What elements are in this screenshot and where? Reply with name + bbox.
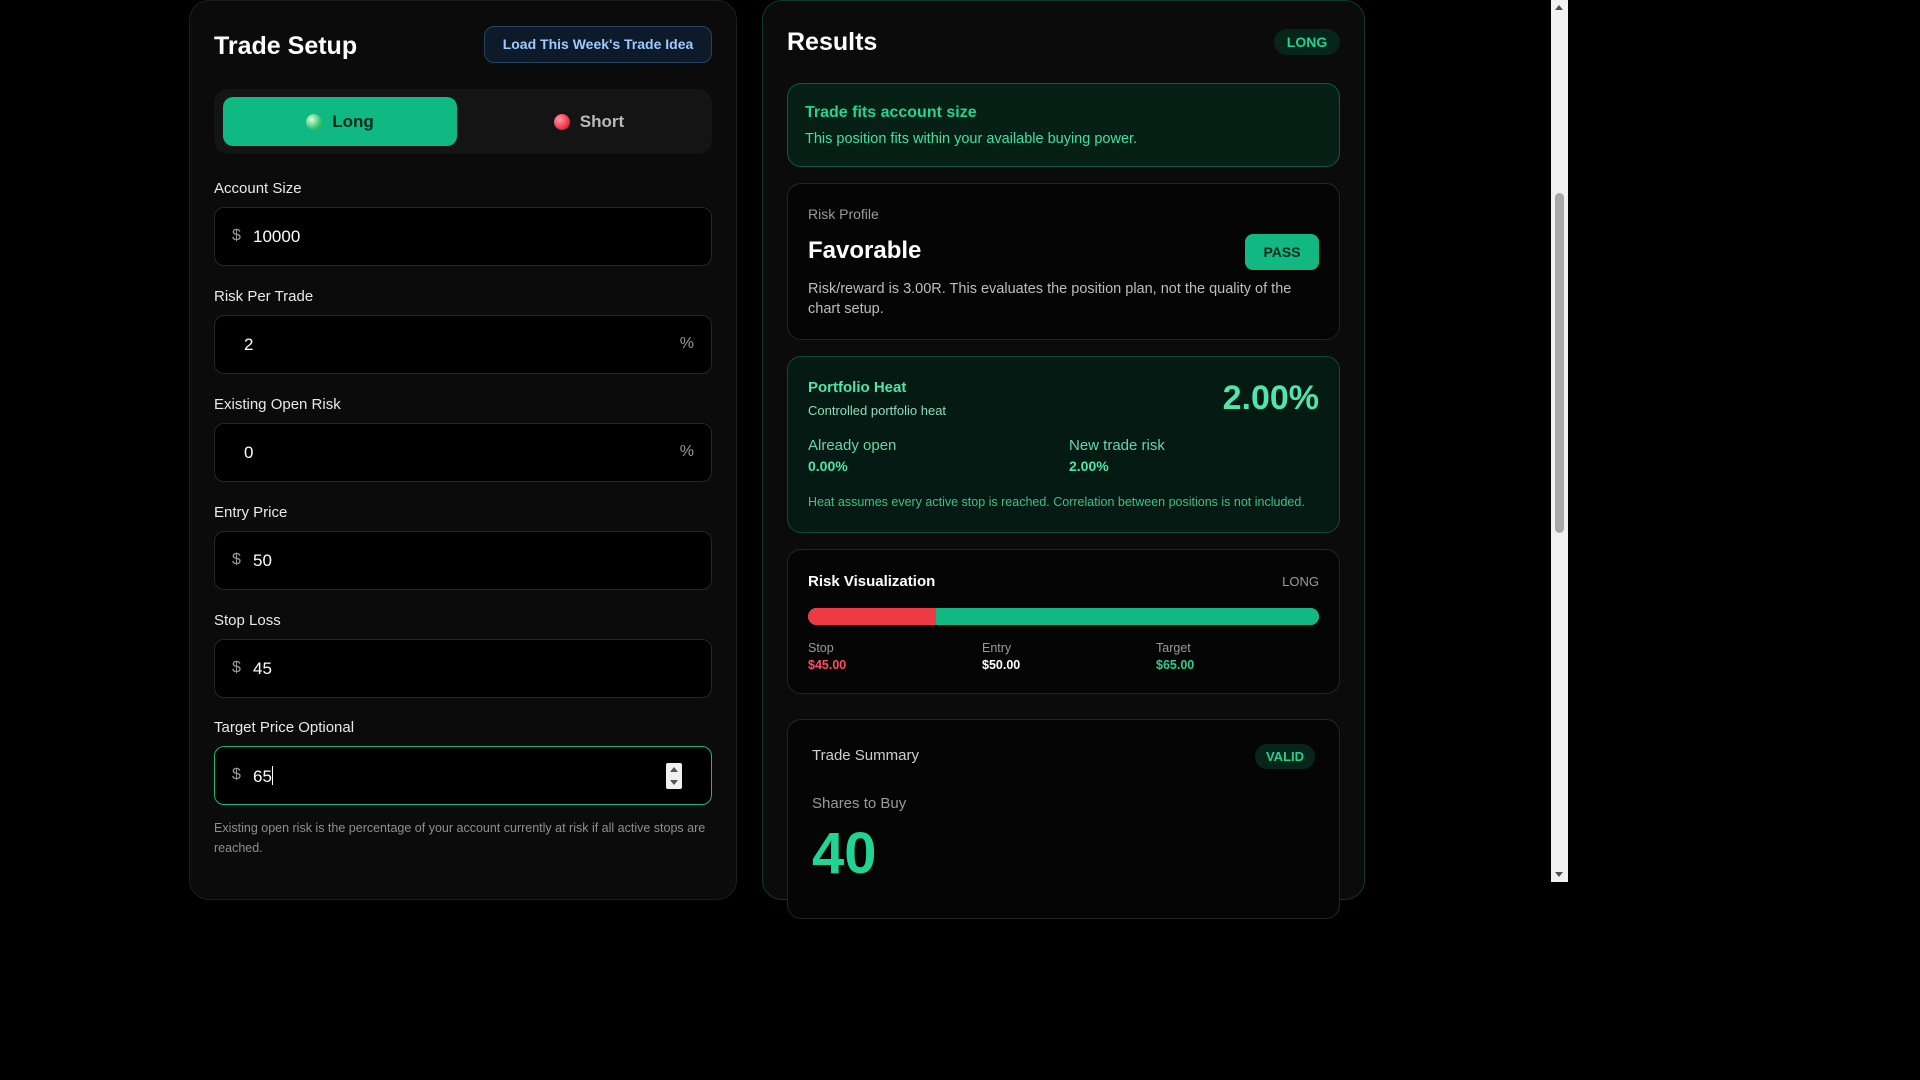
percent-suffix: % bbox=[679, 443, 694, 460]
target-price-input[interactable]: $ 65 bbox=[214, 746, 712, 805]
risk-visualization-card: Risk Visualization LONG Stop $45.00 Entr… bbox=[787, 549, 1340, 694]
account-size-input[interactable]: $ 10000 bbox=[214, 207, 712, 266]
results-panel: Results LONG Trade fits account size Thi… bbox=[762, 0, 1365, 919]
portfolio-heat-card: Portfolio Heat Controlled portfolio heat… bbox=[787, 356, 1340, 533]
trade-summary-title: Trade Summary bbox=[812, 747, 919, 764]
fit-status-text: This position fits within your available… bbox=[805, 131, 1138, 147]
stop-loss-value: 45 bbox=[253, 659, 272, 678]
entry-price-label: Entry Price bbox=[214, 504, 288, 521]
red-dot-icon bbox=[553, 113, 570, 130]
long-button[interactable]: Long bbox=[223, 97, 457, 146]
risk-profile-rating: Favorable bbox=[808, 237, 922, 264]
shares-to-buy-label: Shares to Buy bbox=[812, 795, 907, 812]
portfolio-heat-total: 2.00% bbox=[1222, 379, 1319, 417]
green-dot-icon bbox=[306, 113, 323, 130]
trade-setup-panel: Trade Setup Load This Week's Trade Idea … bbox=[189, 0, 737, 900]
account-size-value: 10000 bbox=[253, 227, 301, 246]
risk-per-trade-label: Risk Per Trade bbox=[214, 288, 314, 305]
risk-per-trade-value: 2 bbox=[244, 335, 254, 354]
fit-status-card: Trade fits account size This position fi… bbox=[787, 83, 1340, 167]
helper-text: Existing open risk is the percentage of … bbox=[214, 821, 706, 855]
short-button[interactable]: Short bbox=[472, 97, 706, 146]
reward-segment bbox=[935, 608, 1319, 625]
risk-per-trade-input[interactable]: 2 % bbox=[214, 315, 712, 374]
increment-arrow-icon[interactable] bbox=[670, 767, 678, 772]
number-stepper[interactable] bbox=[666, 763, 682, 789]
entry-price-value: 50 bbox=[253, 551, 272, 570]
dollar-prefix: $ bbox=[232, 551, 241, 568]
portfolio-heat-note: Heat assumes every active stop is reache… bbox=[808, 495, 1305, 509]
risk-profile-card: Risk Profile Favorable PASS Risk/reward … bbox=[787, 183, 1340, 340]
direction-badge: LONG bbox=[1274, 29, 1340, 55]
entry-label: Entry bbox=[982, 641, 1012, 655]
stop-value: $45.00 bbox=[808, 658, 847, 672]
scrollbar-thumb[interactable] bbox=[1555, 193, 1564, 533]
existing-open-risk-label: Existing Open Risk bbox=[214, 396, 341, 413]
shares-to-buy-value: 40 bbox=[812, 821, 877, 886]
trade-summary-card: Trade Summary VALID Shares to Buy 40 bbox=[787, 719, 1340, 919]
portfolio-heat-title: Portfolio Heat bbox=[808, 379, 907, 396]
entry-value: $50.00 bbox=[982, 658, 1021, 672]
load-trade-idea-button[interactable]: Load This Week's Trade Idea bbox=[484, 26, 712, 63]
risk-segment bbox=[808, 608, 936, 625]
already-open-value: 0.00% bbox=[808, 458, 848, 474]
risk-profile-text: Risk/reward is 3.00R. This evaluates the… bbox=[808, 281, 1292, 317]
percent-suffix: % bbox=[679, 335, 694, 352]
existing-open-risk-value: 0 bbox=[244, 443, 254, 462]
risk-visualization-title: Risk Visualization bbox=[808, 573, 936, 590]
account-size-label: Account Size bbox=[214, 180, 302, 197]
pass-badge: PASS bbox=[1245, 234, 1319, 270]
scroll-up-arrow-icon[interactable] bbox=[1555, 5, 1563, 10]
new-trade-risk-value: 2.00% bbox=[1069, 458, 1109, 474]
already-open-label: Already open bbox=[808, 437, 897, 454]
page-scrollbar[interactable] bbox=[1551, 0, 1568, 882]
entry-price-input[interactable]: $ 50 bbox=[214, 531, 712, 590]
target-value: $65.00 bbox=[1156, 658, 1195, 672]
target-price-label: Target Price Optional bbox=[214, 719, 355, 736]
portfolio-heat-subtitle: Controlled portfolio heat bbox=[808, 403, 947, 418]
risk-reward-bar bbox=[808, 608, 1319, 625]
dollar-prefix: $ bbox=[232, 766, 241, 783]
results-title: Results bbox=[787, 28, 878, 56]
new-trade-risk-label: New trade risk bbox=[1069, 437, 1165, 454]
valid-badge: VALID bbox=[1255, 744, 1315, 769]
text-caret bbox=[271, 766, 273, 785]
existing-open-risk-input[interactable]: 0 % bbox=[214, 423, 712, 482]
stop-label: Stop bbox=[808, 641, 834, 655]
risk-visualization-direction: LONG bbox=[1282, 574, 1319, 589]
dollar-prefix: $ bbox=[232, 659, 241, 676]
short-label: Short bbox=[579, 111, 625, 131]
stop-loss-input[interactable]: $ 45 bbox=[214, 639, 712, 698]
scroll-down-arrow-icon[interactable] bbox=[1555, 872, 1563, 877]
fit-status-title: Trade fits account size bbox=[805, 104, 977, 121]
target-label: Target bbox=[1156, 641, 1191, 655]
dollar-prefix: $ bbox=[232, 227, 241, 244]
direction-toggle: Long Short bbox=[214, 89, 712, 154]
stop-loss-label: Stop Loss bbox=[214, 612, 281, 629]
decrement-arrow-icon[interactable] bbox=[670, 780, 678, 785]
long-label: Long bbox=[332, 111, 374, 131]
risk-profile-label: Risk Profile bbox=[808, 206, 879, 222]
trade-setup-title: Trade Setup bbox=[214, 32, 358, 60]
target-price-value: 65 bbox=[253, 767, 272, 786]
